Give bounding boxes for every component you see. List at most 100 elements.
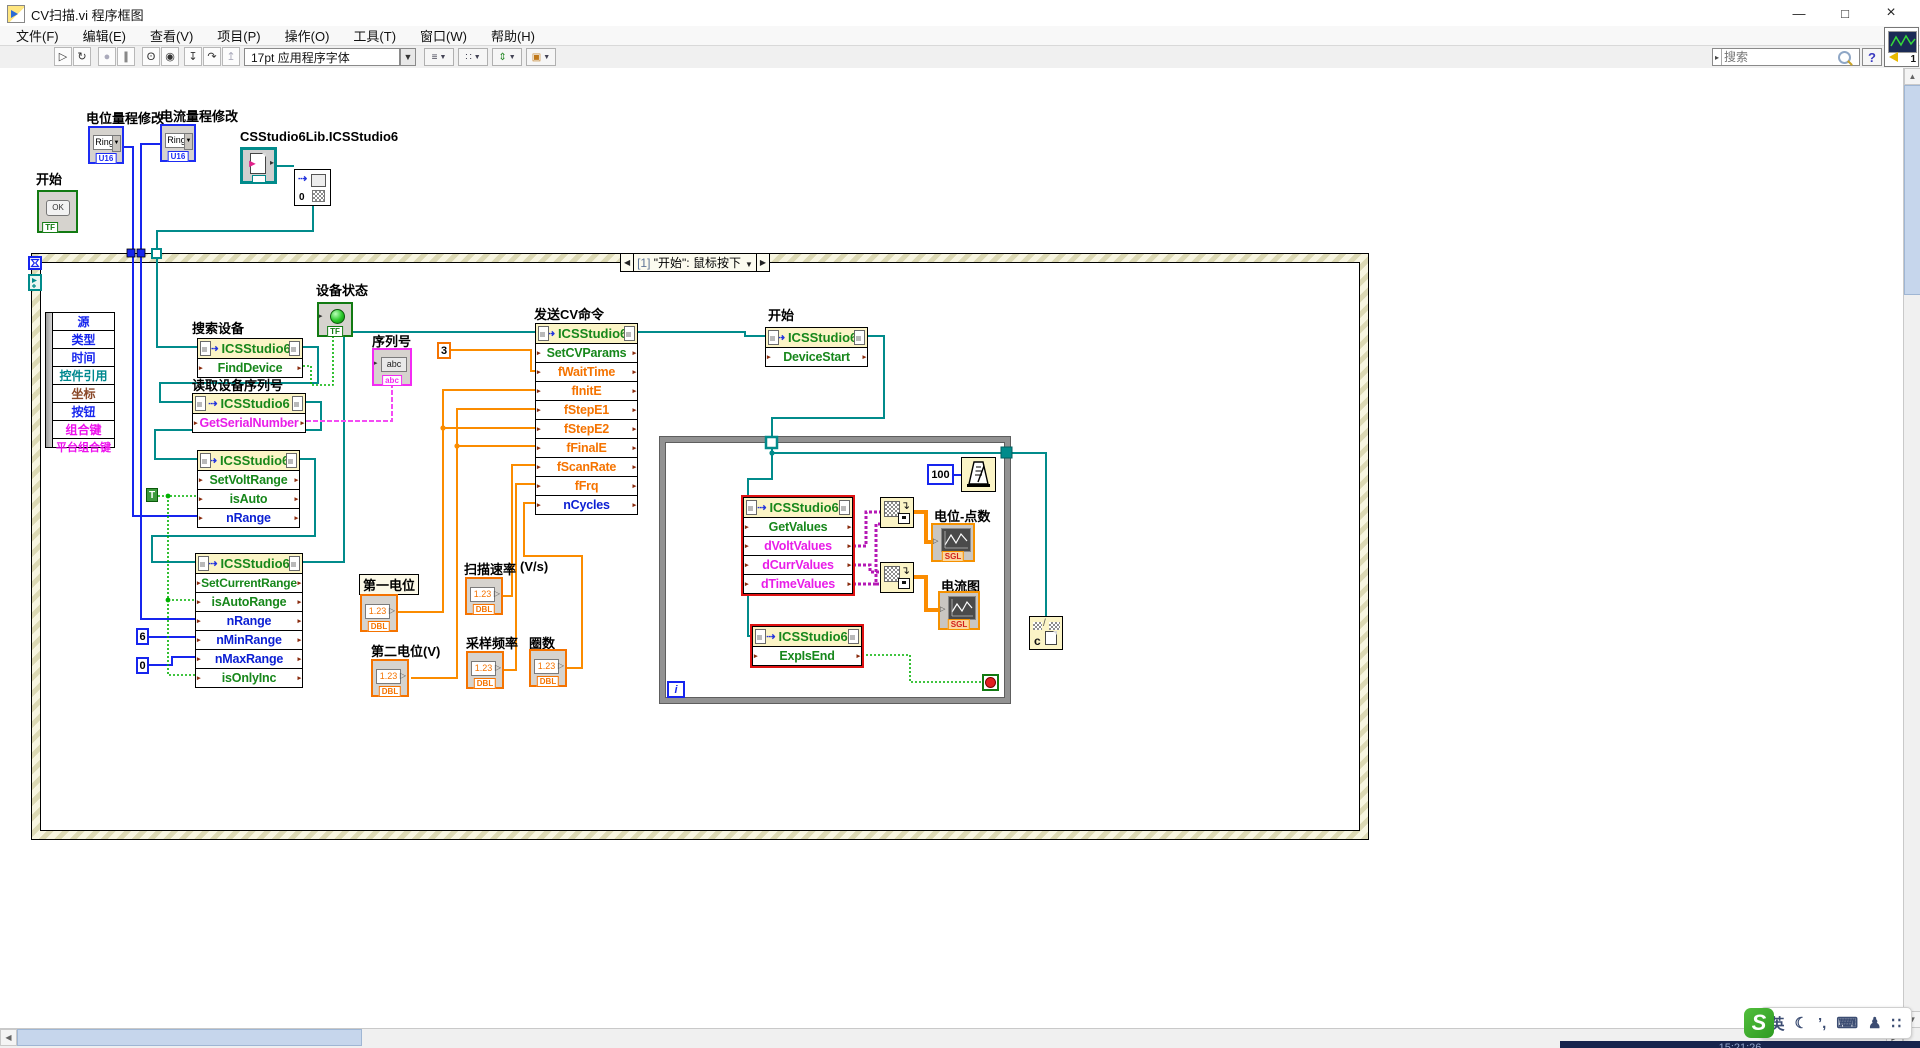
param-row[interactable]: fWaitTime bbox=[536, 363, 637, 382]
event-item-button[interactable]: 按钮 bbox=[53, 403, 114, 421]
wait-ms-multiple-icon[interactable] bbox=[961, 457, 996, 492]
reorder-dropdown[interactable]: ▣▼ bbox=[526, 48, 556, 66]
event-item-coords[interactable]: 坐标 bbox=[53, 385, 114, 403]
method-row[interactable]: SetVoltRange bbox=[198, 471, 299, 490]
menu-window[interactable]: 窗口(W) bbox=[408, 26, 479, 45]
font-selector[interactable]: 17pt 应用程序字体 bbox=[244, 48, 400, 66]
param-row[interactable]: dTimeValues bbox=[744, 575, 852, 593]
pause-icon[interactable]: ∥ bbox=[117, 47, 135, 66]
index-bundle-cluster-icon[interactable]: ↴ bbox=[880, 497, 914, 528]
index-bundle-cluster-icon[interactable]: ↴ bbox=[880, 562, 914, 593]
highlight-execution-icon[interactable]: ʘ bbox=[142, 47, 160, 66]
vertical-scrollbar[interactable]: ▲ ▼ bbox=[1903, 68, 1920, 1045]
close-reference-icon[interactable]: / c bbox=[1029, 616, 1063, 650]
invoke-node-find-device[interactable]: ⇢ICSStudio6 FindDevice bbox=[197, 338, 303, 378]
resize-objects-dropdown[interactable]: ⇕▼ bbox=[492, 48, 522, 66]
distribute-objects-dropdown[interactable]: ∷▼ bbox=[458, 48, 488, 66]
invoke-node-get-values[interactable]: ⇢ICSStudio6 GetValues dVoltValues dCurrV… bbox=[743, 497, 853, 594]
constant-100[interactable]: 100 bbox=[927, 464, 954, 485]
font-selector-dropdown-icon[interactable]: ▼ bbox=[400, 48, 416, 66]
constructor-node[interactable]: ⇢ 0 bbox=[294, 169, 331, 206]
event-item-mods[interactable]: 组合键 bbox=[53, 421, 114, 439]
event-timeout-terminal[interactable] bbox=[28, 256, 42, 270]
method-row[interactable]: GetValues bbox=[744, 518, 852, 537]
maximize-button[interactable]: □ bbox=[1822, 0, 1868, 26]
step-out-icon[interactable]: ↥ bbox=[222, 47, 240, 66]
chart-terminal-pot-points[interactable]: ▷ SGL bbox=[931, 523, 975, 562]
scroll-up-icon[interactable]: ▲ bbox=[1904, 68, 1920, 85]
event-selector[interactable]: ◀ [1] "开始": 鼠标按下▼ ▶ bbox=[620, 253, 770, 272]
step-into-icon[interactable]: ↧ bbox=[184, 47, 202, 66]
chart-terminal-current-graph[interactable]: ▷ SGL bbox=[938, 591, 980, 630]
param-row[interactable]: nRange bbox=[196, 612, 302, 631]
invoke-node-set-cv-params[interactable]: ⇢ICSStudio6 SetCVParams fWaitTime fInitE… bbox=[535, 323, 638, 515]
param-row[interactable]: isOnlyInc bbox=[196, 669, 302, 687]
method-row[interactable]: SetCVParams bbox=[536, 344, 637, 363]
event-data-node[interactable]: 源 类型 时间 控件引用 坐标 按钮 组合键 平台组合键 bbox=[45, 312, 115, 448]
constant-0[interactable]: 0 bbox=[136, 657, 149, 674]
vi-icon[interactable]: 1 bbox=[1884, 27, 1919, 67]
event-item-time[interactable]: 时间 bbox=[53, 349, 114, 367]
param-row[interactable]: isAuto bbox=[198, 490, 299, 509]
invoke-node-get-serial[interactable]: ⇢ICSStudio6 GetSerialNumber bbox=[192, 393, 306, 433]
vertical-scroll-thumb[interactable] bbox=[1904, 85, 1920, 295]
param-row[interactable]: nMinRange bbox=[196, 631, 302, 650]
ime-person-icon[interactable]: ♟ bbox=[1868, 1014, 1881, 1032]
ime-punct-icon[interactable]: ’, bbox=[1818, 1015, 1826, 1032]
help-button[interactable]: ? bbox=[1862, 48, 1882, 66]
boolean-terminal-start[interactable]: OK TF bbox=[37, 190, 78, 233]
search-input[interactable] bbox=[1722, 49, 1838, 65]
param-row[interactable]: isAutoRange bbox=[196, 593, 302, 612]
menu-project[interactable]: 项目(P) bbox=[205, 26, 272, 45]
menu-help[interactable]: 帮助(H) bbox=[479, 26, 547, 45]
constant-3[interactable]: 3 bbox=[437, 342, 451, 359]
event-item-platmods[interactable]: 平台组合键 bbox=[53, 439, 114, 455]
method-row[interactable]: GetSerialNumber bbox=[193, 414, 305, 432]
event-next-icon[interactable]: ▶ bbox=[756, 254, 769, 271]
align-objects-dropdown[interactable]: ≡▼ bbox=[424, 48, 454, 66]
method-row[interactable]: SetCurrentRange bbox=[196, 574, 302, 593]
method-row[interactable]: ExpIsEnd bbox=[753, 647, 861, 665]
ime-moon-icon[interactable]: ☾ bbox=[1795, 1014, 1808, 1032]
led-terminal-device-status[interactable]: ▸ TF bbox=[317, 302, 353, 337]
horizontal-scroll-thumb[interactable] bbox=[17, 1029, 362, 1046]
param-row[interactable]: fFrq bbox=[536, 477, 637, 496]
search-history-icon[interactable]: ▸ bbox=[1713, 49, 1722, 65]
param-row[interactable]: fScanRate bbox=[536, 458, 637, 477]
step-over-icon[interactable]: ↷ bbox=[203, 47, 221, 66]
string-terminal-serial[interactable]: ▸ abc abc bbox=[372, 348, 412, 386]
ime-keyboard-icon[interactable]: ⌨ bbox=[1836, 1014, 1858, 1032]
numeric-terminal-sample-freq[interactable]: 1.23 ▷ DBL bbox=[466, 651, 504, 689]
minimize-button[interactable]: — bbox=[1776, 0, 1822, 26]
loop-iteration-terminal[interactable]: i bbox=[667, 681, 685, 698]
invoke-node-exp-is-end[interactable]: ⇢ICSStudio6 ExpIsEnd bbox=[752, 626, 862, 666]
dynamic-event-terminal[interactable] bbox=[28, 274, 42, 291]
ring-terminal-pot-range[interactable]: Ring ▼ U16 bbox=[88, 126, 124, 164]
ring-terminal-cur-range[interactable]: Ring ▼ U16 bbox=[160, 124, 196, 162]
ime-toolbar[interactable]: 英 ☾ ’, ⌨ ♟ ∷ bbox=[1760, 1007, 1912, 1039]
event-dropdown-icon[interactable]: ▼ bbox=[745, 260, 753, 269]
event-item-type[interactable]: 类型 bbox=[53, 331, 114, 349]
ime-grid-icon[interactable]: ∷ bbox=[1891, 1014, 1901, 1032]
param-row[interactable]: nCycles bbox=[536, 496, 637, 514]
param-row[interactable]: fFinalE bbox=[536, 439, 637, 458]
scroll-left-icon[interactable]: ◀ bbox=[0, 1029, 17, 1046]
param-row[interactable]: dCurrValues bbox=[744, 556, 852, 575]
invoke-node-device-start[interactable]: ⇢ICSStudio6 DeviceStart bbox=[765, 327, 868, 367]
menu-view[interactable]: 查看(V) bbox=[138, 26, 205, 45]
param-row[interactable]: nMaxRange bbox=[196, 650, 302, 669]
event-item-ctlref[interactable]: 控件引用 bbox=[53, 367, 114, 385]
numeric-terminal-second-pot[interactable]: 1.23 ▷ DBL bbox=[371, 659, 409, 697]
method-row[interactable]: FindDevice bbox=[198, 359, 302, 377]
param-row[interactable]: fStepE2 bbox=[536, 420, 637, 439]
constant-6[interactable]: 6 bbox=[136, 628, 149, 645]
param-row[interactable]: dVoltValues bbox=[744, 537, 852, 556]
class-constant-icsstudio6[interactable]: ► ▸ bbox=[240, 147, 277, 184]
close-button[interactable]: × bbox=[1868, 0, 1914, 26]
event-item-source[interactable]: 源 bbox=[53, 313, 114, 331]
menu-edit[interactable]: 编辑(E) bbox=[71, 26, 138, 45]
event-prev-icon[interactable]: ◀ bbox=[621, 254, 634, 271]
loop-stop-terminal[interactable] bbox=[982, 674, 999, 691]
menu-tools[interactable]: 工具(T) bbox=[341, 26, 408, 45]
param-row[interactable]: fStepE1 bbox=[536, 401, 637, 420]
